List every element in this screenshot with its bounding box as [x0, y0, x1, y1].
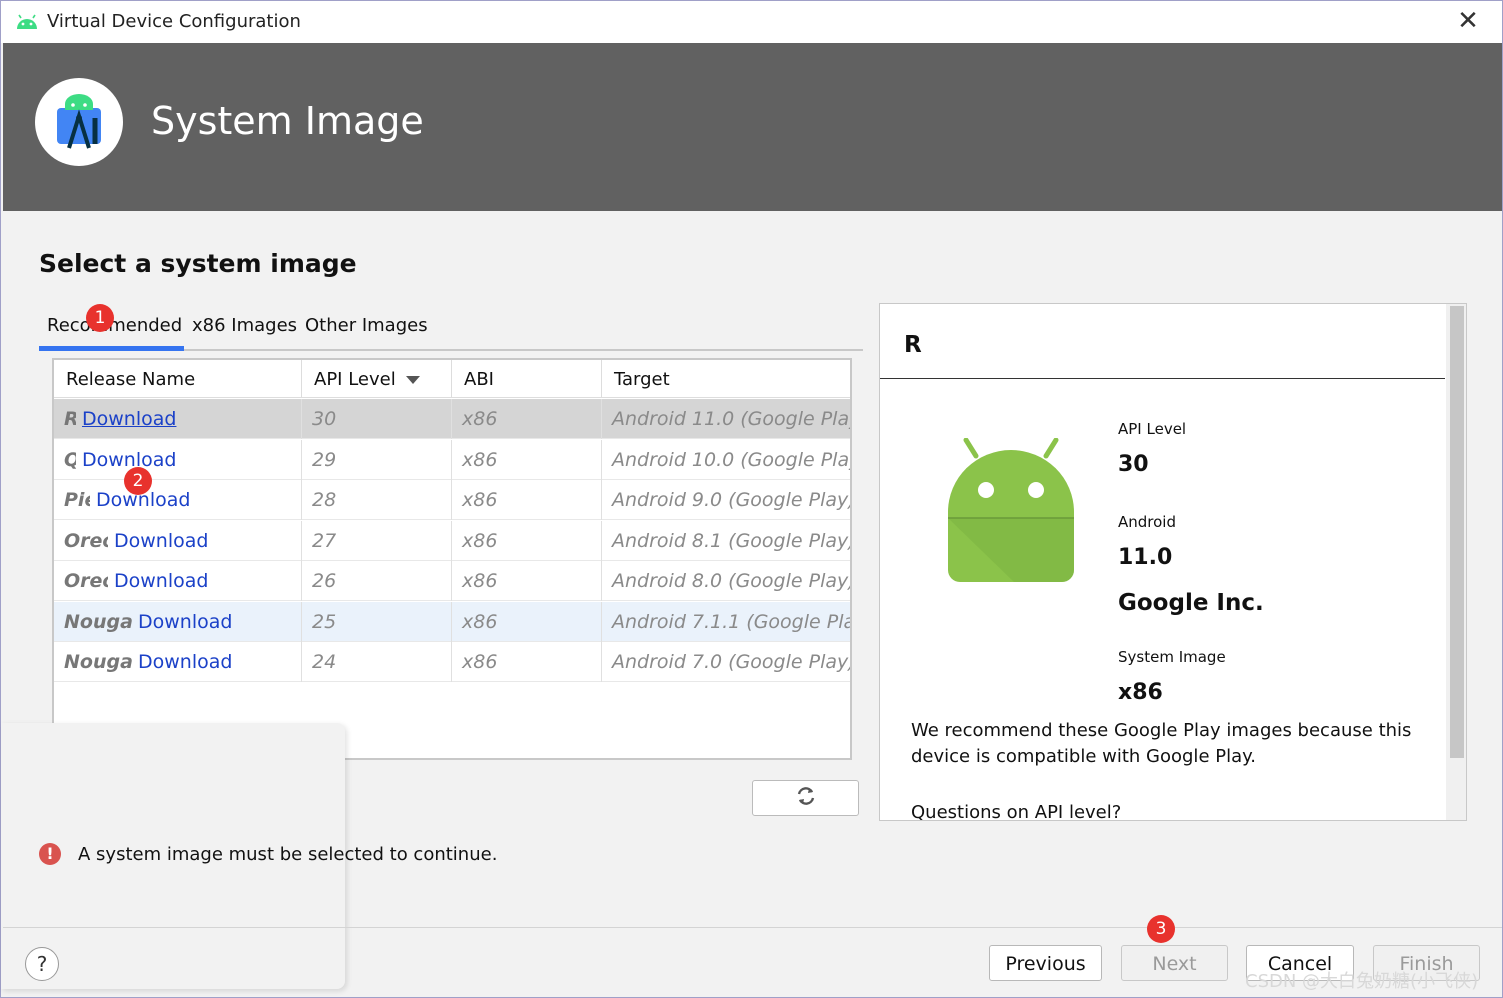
tab-bar: Recommended x86 Images Other Images	[39, 307, 863, 351]
tab-recommended[interactable]: Recommended	[47, 315, 182, 336]
table-row[interactable]: Nougat Download 25 x86 Android 7.1.1 (Goo…	[54, 602, 850, 642]
title-bar: Virtual Device Configuration ✕	[1, 1, 1502, 43]
android-icon	[15, 13, 39, 35]
section-title: Select a system image	[39, 249, 357, 278]
download-link[interactable]: Download	[82, 449, 176, 471]
release-name: Nougat	[64, 651, 132, 673]
close-icon[interactable]: ✕	[1453, 7, 1483, 37]
abi-cell: x86	[452, 480, 602, 520]
android-studio-logo	[35, 78, 123, 166]
details-scrollbar-thumb[interactable]	[1450, 306, 1464, 758]
header-banner: System Image	[3, 43, 1502, 211]
api-level-question-link[interactable]: Questions on API level?	[911, 802, 1121, 820]
column-header-target[interactable]: Target	[602, 360, 850, 398]
download-link[interactable]: Download	[114, 530, 208, 552]
error-message: ! A system image must be selected to con…	[39, 843, 497, 865]
help-icon[interactable]: ?	[25, 947, 59, 981]
abi-cell: x86	[452, 602, 602, 642]
watermark: CSDN @大白兔奶糖(小飞侠)	[1245, 971, 1479, 992]
footer-divider	[3, 927, 1502, 928]
details-panel: R API Level 30 Android 11.0 Google Inc. …	[879, 303, 1467, 821]
recommendation-description: We recommend these Google Play images be…	[911, 720, 1412, 767]
api-level-label: API Level	[1118, 420, 1187, 438]
sort-down-icon	[405, 376, 420, 384]
release-name: Nougat	[64, 611, 132, 633]
annotation-badge: 2	[124, 467, 152, 495]
table-row[interactable]: PieDownload 28 x86 Android 9.0 (Google P…	[54, 480, 850, 520]
table-row[interactable]: Q Download 29 x86 Android 10.0 (Google Pl…	[54, 440, 850, 480]
android-label: Android	[1118, 513, 1176, 531]
download-link[interactable]: Download	[82, 408, 176, 430]
details-title: R	[904, 332, 922, 358]
column-header-abi[interactable]: ABI	[452, 360, 602, 398]
download-link[interactable]: Download	[114, 570, 208, 592]
release-name: Pie	[64, 489, 90, 511]
annotation-badge: 3	[1147, 915, 1175, 943]
error-icon: !	[39, 843, 61, 865]
target-cell: Android 8.1 (Google Play)	[612, 530, 850, 552]
release-name: Oreo	[64, 530, 108, 552]
target-cell: Android 10.0 (Google Play)	[612, 449, 850, 471]
api-level-cell: 28	[302, 480, 452, 520]
release-name: R	[64, 399, 76, 439]
system-image-value: x86	[1118, 680, 1163, 705]
android-robot-icon	[944, 437, 1078, 588]
system-image-label: System Image	[1118, 648, 1226, 666]
abi-cell: x86	[452, 561, 602, 601]
android-version-value: 11.0	[1118, 545, 1173, 570]
tab-x86-images[interactable]: x86 Images	[192, 315, 297, 336]
annotation-badge: 1	[86, 304, 114, 332]
next-button[interactable]: Next	[1121, 945, 1228, 981]
previous-button[interactable]: Previous	[989, 945, 1102, 981]
vendor-name: Google Inc.	[1118, 590, 1264, 616]
window-title: Virtual Device Configuration	[47, 11, 301, 32]
refresh-button[interactable]	[752, 780, 859, 816]
banner-title: System Image	[151, 99, 424, 143]
column-header-release-name[interactable]: Release Name	[54, 360, 302, 398]
table-row[interactable]: Oreo Download 26 x86 Android 8.0 (Google …	[54, 561, 850, 601]
target-cell: Android 9.0 (Google Play)	[612, 489, 850, 511]
target-cell: Android 7.1.1 (Google Play)	[612, 611, 850, 633]
api-level-cell: 30	[302, 399, 452, 439]
abi-cell: x86	[452, 642, 602, 682]
release-name: Q	[64, 440, 76, 480]
table-row[interactable]: Nougat Download 24 x86 Android 7.0 (Googl…	[54, 642, 850, 682]
refresh-icon	[795, 785, 817, 811]
target-cell: Android 8.0 (Google Play)	[612, 570, 850, 592]
abi-cell: x86	[452, 440, 602, 480]
download-link[interactable]: Download	[138, 611, 232, 633]
system-image-table: Release Name API Level ABI Target R Downl…	[52, 358, 852, 760]
table-row[interactable]: R Download 30 x86 Android 11.0 (Google Pl…	[54, 399, 850, 439]
table-row[interactable]: Oreo Download 27 x86 Android 8.1 (Google …	[54, 521, 850, 561]
api-level-value: 30	[1118, 452, 1149, 477]
api-level-cell: 27	[302, 521, 452, 561]
column-header-api-level[interactable]: API Level	[302, 360, 452, 398]
api-level-cell: 25	[302, 602, 452, 642]
target-cell: Android 7.0 (Google Play)	[612, 651, 850, 673]
download-link[interactable]: Download	[138, 651, 232, 673]
api-level-cell: 24	[302, 642, 452, 682]
abi-cell: x86	[452, 399, 602, 439]
error-text: A system image must be selected to conti…	[78, 843, 498, 865]
api-level-cell: 29	[302, 440, 452, 480]
tab-other-images[interactable]: Other Images	[305, 315, 428, 336]
table-header: Release Name API Level ABI Target	[54, 360, 850, 398]
active-tab-indicator	[39, 346, 184, 351]
target-cell: Android 11.0 (Google Play)	[612, 408, 850, 430]
abi-cell: x86	[452, 521, 602, 561]
details-divider	[880, 378, 1445, 379]
api-level-cell: 26	[302, 561, 452, 601]
dialog-window: Virtual Device Configuration ✕ System Im…	[0, 0, 1503, 998]
release-name: Oreo	[64, 570, 108, 592]
